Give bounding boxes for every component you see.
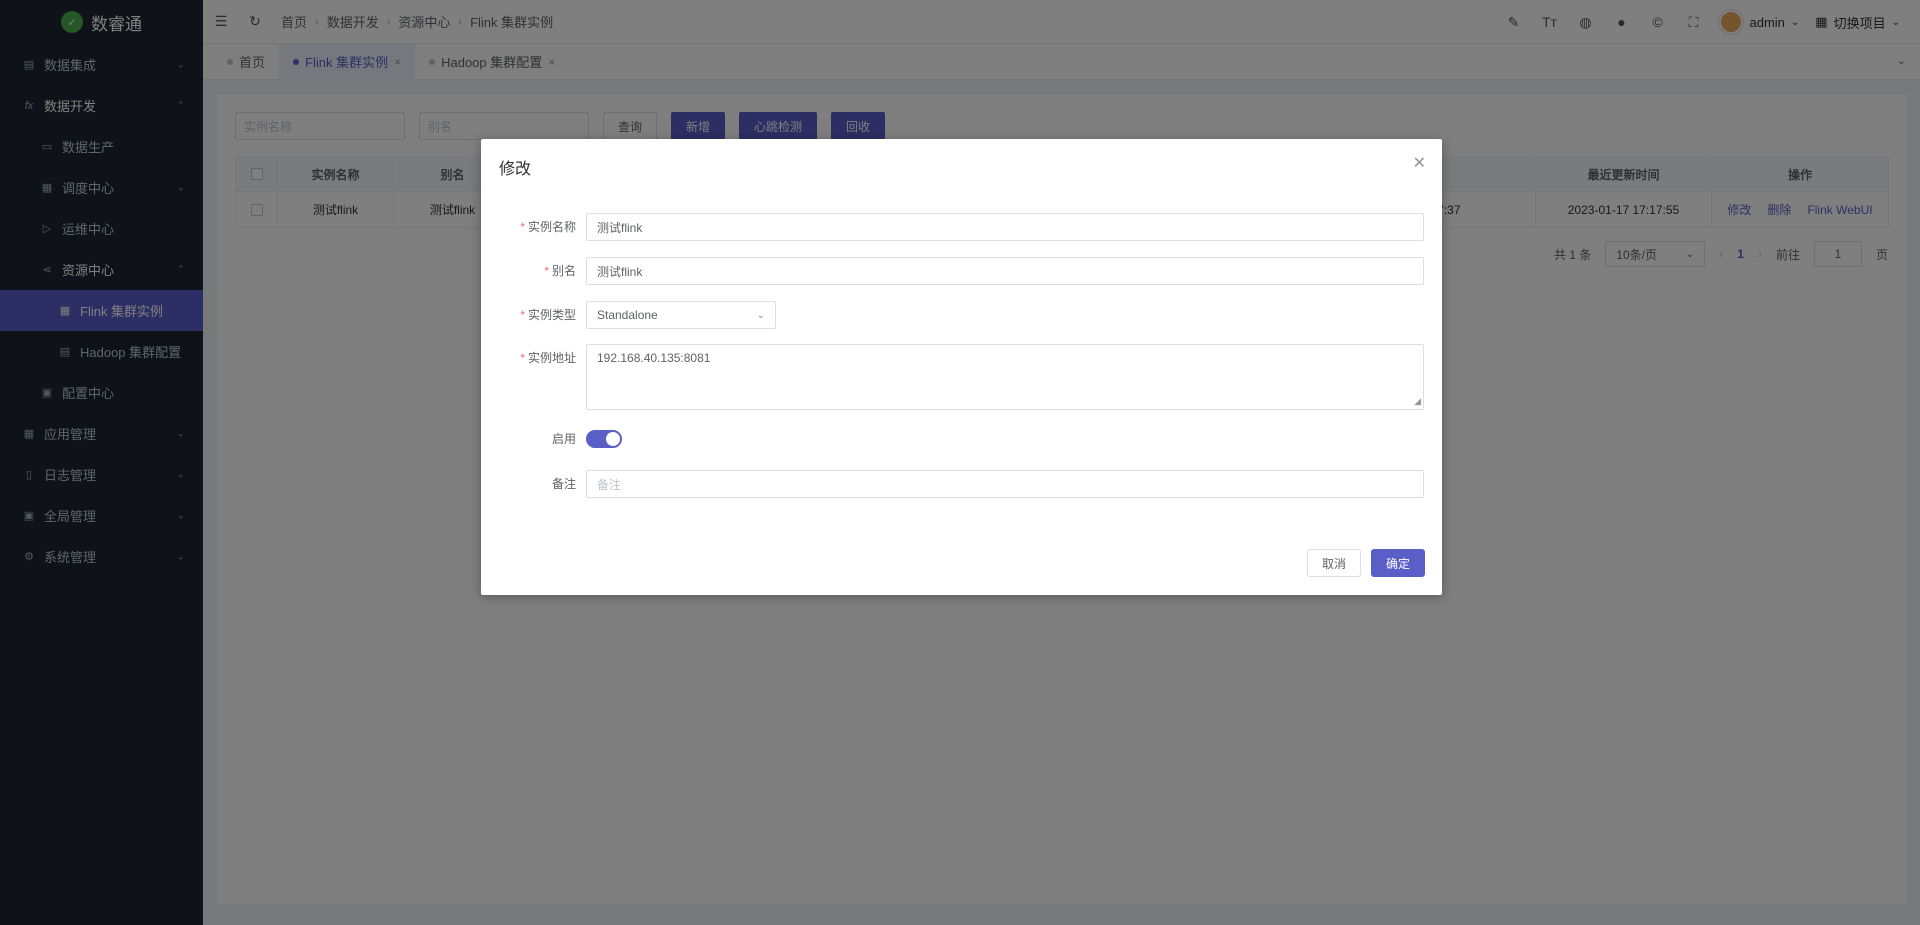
address-label: 实例地址: [527, 351, 576, 365]
enabled-toggle[interactable]: [586, 430, 622, 448]
instance-address-value: 192.168.40.135:8081: [597, 351, 711, 365]
required-mark: *: [520, 220, 525, 234]
field-label: * 实例地址: [481, 344, 586, 372]
name-label: 实例名称: [527, 220, 576, 234]
close-icon[interactable]: ✕: [1413, 153, 1426, 173]
alias-label: 别名: [551, 264, 576, 278]
required-mark: *: [520, 351, 525, 365]
toggle-knob: [606, 432, 620, 446]
dialog-title: 修改: [499, 161, 532, 178]
required-mark: *: [520, 308, 525, 322]
enabled-label: 启用: [551, 432, 576, 446]
form-row-note: 备注 备注: [481, 470, 1442, 498]
instance-name-field[interactable]: 测试flink: [586, 213, 1424, 241]
field-label: * 实例类型: [481, 301, 586, 329]
instance-address-textarea[interactable]: 192.168.40.135:8081 ◢: [586, 344, 1424, 410]
form-row-enabled: 启用: [481, 425, 1442, 453]
form-row-alias: * 别名 测试flink: [481, 257, 1442, 285]
note-field[interactable]: 备注: [586, 470, 1424, 498]
field-label: * 实例名称: [481, 213, 586, 241]
required-mark: *: [544, 264, 549, 278]
instance-type-select[interactable]: Standalone ⌄: [586, 301, 776, 329]
confirm-button[interactable]: 确定: [1371, 549, 1426, 577]
chevron-down-icon: ⌄: [756, 309, 765, 321]
edit-dialog: 修改 ✕ * 实例名称 测试flink * 别名 测试flink * 实例类型 Sta…: [481, 139, 1442, 595]
resize-handle-icon[interactable]: ◢: [1414, 396, 1421, 407]
form-row-name: * 实例名称 测试flink: [481, 213, 1442, 241]
cancel-button[interactable]: 取消: [1307, 549, 1362, 577]
form-row-address: * 实例地址 192.168.40.135:8081 ◢: [481, 344, 1442, 410]
field-label: * 别名: [481, 257, 586, 285]
form-row-type: * 实例类型 Standalone ⌄: [481, 301, 1442, 329]
alias-field[interactable]: 测试flink: [586, 257, 1424, 285]
instance-type-value: Standalone: [597, 308, 658, 322]
note-label: 备注: [551, 477, 576, 491]
type-label: 实例类型: [527, 308, 576, 322]
